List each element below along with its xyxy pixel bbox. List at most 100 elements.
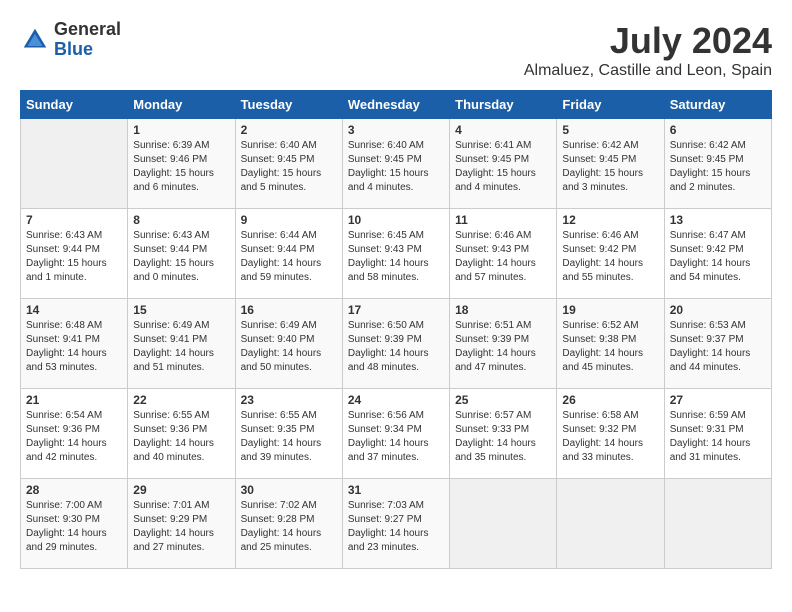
day-number: 31 [348,483,444,497]
calendar-week-row: 21 Sunrise: 6:54 AM Sunset: 9:36 PM Dayli… [21,389,772,479]
calendar-cell: 1Sunrise: 6:39 AM Sunset: 9:46 PM Daylig… [128,119,235,209]
day-info: Sunrise: 6:39 AM Sunset: 9:46 PM Dayligh… [133,139,229,195]
calendar-week-row: 1Sunrise: 6:39 AM Sunset: 9:46 PM Daylig… [21,119,772,209]
day-number: 5 [562,123,658,137]
day-info: Sunrise: 6:42 AM Sunset: 9:45 PM Dayligh… [670,139,766,195]
calendar-cell: 7 Sunrise: 6:43 AM Sunset: 9:44 PM Daylig… [21,209,128,299]
day-info: Sunrise: 6:45 AM Sunset: 9:43 PM Dayligh… [348,229,444,285]
day-number: 7 [26,213,122,227]
calendar-cell: 8Sunrise: 6:43 AM Sunset: 9:44 PM Daylig… [128,209,235,299]
day-info: Sunrise: 6:48 AM Sunset: 9:41 PM Dayligh… [26,319,122,375]
calendar-cell: 19Sunrise: 6:52 AM Sunset: 9:38 PM Dayli… [557,299,664,389]
day-number: 8 [133,213,229,227]
calendar-cell [450,479,557,569]
day-number: 2 [241,123,337,137]
title-block: July 2024 Almaluez, Castille and Leon, S… [524,20,772,80]
location-subtitle: Almaluez, Castille and Leon, Spain [524,62,772,80]
day-number: 22 [133,393,229,407]
calendar-cell: 28Sunrise: 7:00 AM Sunset: 9:30 PM Dayli… [21,479,128,569]
day-info: Sunrise: 6:49 AM Sunset: 9:40 PM Dayligh… [241,319,337,375]
day-number: 6 [670,123,766,137]
day-number: 12 [562,213,658,227]
calendar-cell: 20Sunrise: 6:53 AM Sunset: 9:37 PM Dayli… [664,299,771,389]
day-number: 27 [670,393,766,407]
day-info: Sunrise: 6:55 AM Sunset: 9:35 PM Dayligh… [241,409,337,465]
logo-icon [20,25,50,55]
day-info: Sunrise: 6:42 AM Sunset: 9:45 PM Dayligh… [562,139,658,195]
calendar-cell: 23 Sunrise: 6:55 AM Sunset: 9:35 PM Dayli… [235,389,342,479]
logo-text: General Blue [54,20,121,60]
calendar-cell: 22 Sunrise: 6:55 AM Sunset: 9:36 PM Dayli… [128,389,235,479]
day-number: 19 [562,303,658,317]
calendar-cell: 5 Sunrise: 6:42 AM Sunset: 9:45 PM Daylig… [557,119,664,209]
calendar-header-row: SundayMondayTuesdayWednesdayThursdayFrid… [21,91,772,119]
column-header-wednesday: Wednesday [342,91,449,119]
month-year-title: July 2024 [524,20,772,62]
calendar-cell: 12 Sunrise: 6:46 AM Sunset: 9:42 PM Dayli… [557,209,664,299]
calendar-week-row: 7 Sunrise: 6:43 AM Sunset: 9:44 PM Daylig… [21,209,772,299]
calendar-cell: 2Sunrise: 6:40 AM Sunset: 9:45 PM Daylig… [235,119,342,209]
day-info: Sunrise: 6:43 AM Sunset: 9:44 PM Dayligh… [26,229,122,285]
calendar-cell: 18 Sunrise: 6:51 AM Sunset: 9:39 PM Dayli… [450,299,557,389]
day-number: 14 [26,303,122,317]
day-number: 4 [455,123,551,137]
calendar-cell [21,119,128,209]
calendar-cell: 10 Sunrise: 6:45 AM Sunset: 9:43 PM Dayli… [342,209,449,299]
day-info: Sunrise: 6:53 AM Sunset: 9:37 PM Dayligh… [670,319,766,375]
calendar-cell: 4 Sunrise: 6:41 AM Sunset: 9:45 PM Daylig… [450,119,557,209]
calendar-cell: 14 Sunrise: 6:48 AM Sunset: 9:41 PM Dayli… [21,299,128,389]
column-header-thursday: Thursday [450,91,557,119]
calendar-cell [557,479,664,569]
calendar-cell: 6 Sunrise: 6:42 AM Sunset: 9:45 PM Daylig… [664,119,771,209]
day-number: 18 [455,303,551,317]
column-header-monday: Monday [128,91,235,119]
day-number: 28 [26,483,122,497]
calendar-cell [664,479,771,569]
column-header-sunday: Sunday [21,91,128,119]
logo: General Blue [20,20,121,60]
calendar-week-row: 14 Sunrise: 6:48 AM Sunset: 9:41 PM Dayli… [21,299,772,389]
day-number: 30 [241,483,337,497]
calendar-table: SundayMondayTuesdayWednesdayThursdayFrid… [20,90,772,569]
day-number: 23 [241,393,337,407]
column-header-saturday: Saturday [664,91,771,119]
day-info: Sunrise: 6:40 AM Sunset: 9:45 PM Dayligh… [348,139,444,195]
day-info: Sunrise: 6:51 AM Sunset: 9:39 PM Dayligh… [455,319,551,375]
calendar-cell: 21 Sunrise: 6:54 AM Sunset: 9:36 PM Dayli… [21,389,128,479]
day-info: Sunrise: 6:55 AM Sunset: 9:36 PM Dayligh… [133,409,229,465]
calendar-cell: 15 Sunrise: 6:49 AM Sunset: 9:41 PM Dayli… [128,299,235,389]
logo-general: General [54,20,121,40]
column-header-friday: Friday [557,91,664,119]
day-number: 10 [348,213,444,227]
day-number: 15 [133,303,229,317]
calendar-cell: 25 Sunrise: 6:57 AM Sunset: 9:33 PM Dayli… [450,389,557,479]
day-info: Sunrise: 7:02 AM Sunset: 9:28 PM Dayligh… [241,499,337,555]
day-info: Sunrise: 6:56 AM Sunset: 9:34 PM Dayligh… [348,409,444,465]
calendar-cell: 11Sunrise: 6:46 AM Sunset: 9:43 PM Dayli… [450,209,557,299]
calendar-cell: 27 Sunrise: 6:59 AM Sunset: 9:31 PM Dayli… [664,389,771,479]
day-number: 9 [241,213,337,227]
day-number: 3 [348,123,444,137]
calendar-cell: 30 Sunrise: 7:02 AM Sunset: 9:28 PM Dayli… [235,479,342,569]
day-number: 21 [26,393,122,407]
day-info: Sunrise: 6:49 AM Sunset: 9:41 PM Dayligh… [133,319,229,375]
day-number: 17 [348,303,444,317]
day-number: 26 [562,393,658,407]
page-header: General Blue July 2024 Almaluez, Castill… [20,20,772,80]
calendar-cell: 31Sunrise: 7:03 AM Sunset: 9:27 PM Dayli… [342,479,449,569]
day-info: Sunrise: 6:54 AM Sunset: 9:36 PM Dayligh… [26,409,122,465]
calendar-cell: 17 Sunrise: 6:50 AM Sunset: 9:39 PM Dayli… [342,299,449,389]
calendar-cell: 13Sunrise: 6:47 AM Sunset: 9:42 PM Dayli… [664,209,771,299]
calendar-cell: 29Sunrise: 7:01 AM Sunset: 9:29 PM Dayli… [128,479,235,569]
day-info: Sunrise: 6:47 AM Sunset: 9:42 PM Dayligh… [670,229,766,285]
day-info: Sunrise: 6:59 AM Sunset: 9:31 PM Dayligh… [670,409,766,465]
day-info: Sunrise: 6:57 AM Sunset: 9:33 PM Dayligh… [455,409,551,465]
logo-blue: Blue [54,40,121,60]
day-number: 25 [455,393,551,407]
day-info: Sunrise: 6:50 AM Sunset: 9:39 PM Dayligh… [348,319,444,375]
day-info: Sunrise: 6:44 AM Sunset: 9:44 PM Dayligh… [241,229,337,285]
day-info: Sunrise: 6:46 AM Sunset: 9:43 PM Dayligh… [455,229,551,285]
calendar-cell: 9 Sunrise: 6:44 AM Sunset: 9:44 PM Daylig… [235,209,342,299]
day-info: Sunrise: 6:46 AM Sunset: 9:42 PM Dayligh… [562,229,658,285]
day-info: Sunrise: 6:41 AM Sunset: 9:45 PM Dayligh… [455,139,551,195]
